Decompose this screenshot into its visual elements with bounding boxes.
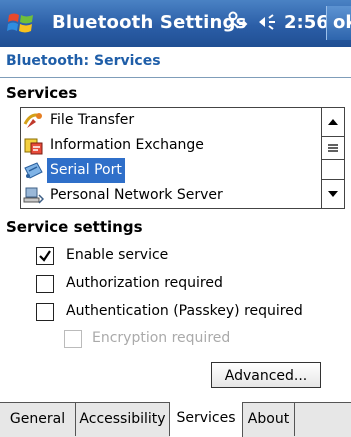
list-item-label: File Transfer [50,112,135,128]
list-item-label: Information Exchange [50,137,204,153]
list-item-information-exchange[interactable]: Information Exchange [21,133,319,158]
ok-button[interactable]: ok [326,6,351,40]
tab-accessibility[interactable]: Accessibility [76,403,170,436]
tab-about[interactable]: About [243,403,295,436]
authorization-checkbox[interactable] [36,275,54,293]
services-section-label: Services [6,84,78,102]
service-settings-label: Service settings [6,218,143,236]
list-item-label: Serial Port [47,158,125,183]
page-header: Bluetooth: Services [0,47,351,78]
file-transfer-icon [23,113,42,128]
authentication-label: Authentication (Passkey) required [66,303,303,319]
windows-start-icon[interactable] [6,7,36,37]
authorization-label: Authorization required [66,275,223,291]
list-item-serial-port[interactable]: Serial Port [21,158,319,183]
services-scrollbar[interactable] [321,108,344,208]
clock[interactable]: 2:56 [284,12,329,33]
volume-icon[interactable] [256,11,278,33]
connectivity-icon[interactable] [224,10,250,34]
title-bar: Bluetooth Settings 2:56 ok [0,0,351,47]
information-exchange-icon [24,138,43,155]
scroll-thumb[interactable] [322,137,344,160]
list-item-file-transfer[interactable]: File Transfer [21,108,319,133]
arrow-up-icon [328,119,338,125]
serial-port-icon [24,162,43,179]
services-listbox[interactable]: File Transfer Information Exchange Seria… [20,107,345,209]
authentication-checkbox[interactable] [36,303,54,321]
encryption-checkbox [64,330,82,348]
scroll-up-button[interactable] [322,108,344,137]
tab-general[interactable]: General [0,403,76,436]
checkmark-icon [39,250,51,262]
enable-service-checkbox[interactable] [36,247,54,265]
network-server-icon [23,187,44,204]
arrow-down-icon [328,191,338,197]
list-item-label: Personal Network Server [50,187,223,203]
advanced-button[interactable]: Advanced... [211,362,321,388]
encryption-label: Encryption required [92,330,231,346]
scroll-down-button[interactable] [322,179,344,208]
window-title: Bluetooth Settings [52,12,247,33]
tab-bar: General Accessibility Services About [0,402,351,437]
grip-icon [328,144,338,152]
tab-services[interactable]: Services [170,402,243,437]
list-item-personal-network-server[interactable]: Personal Network Server [21,183,319,208]
enable-service-label: Enable service [66,247,169,263]
page-title: Bluetooth: Services [6,53,161,69]
